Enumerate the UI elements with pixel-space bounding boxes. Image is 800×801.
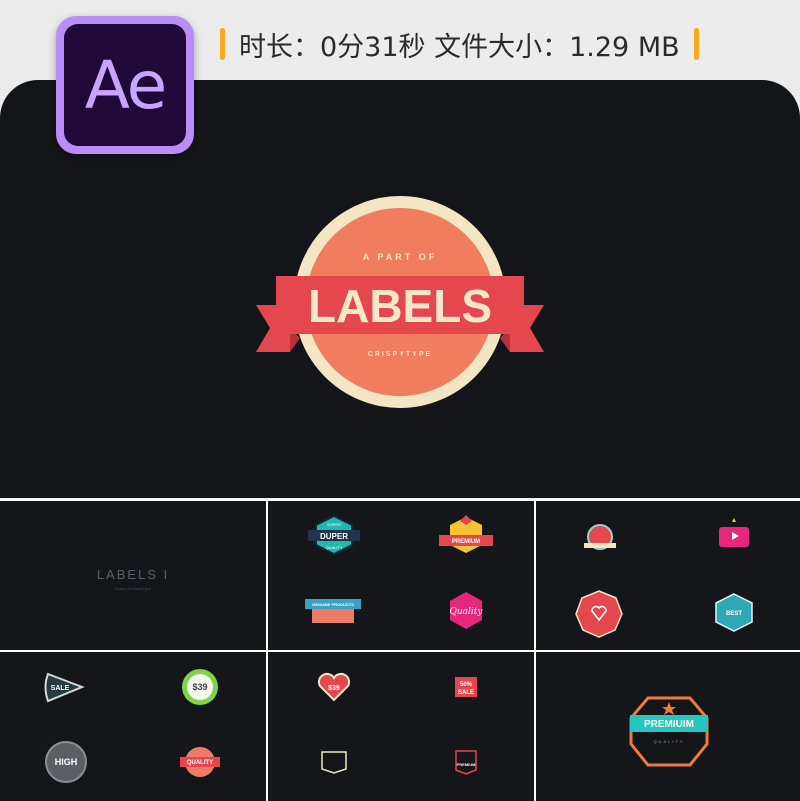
badge-quality: QUALITY: [325, 545, 342, 550]
thumbnail-labels-4: SALE $39 HIGH QUALITY: [0, 652, 266, 801]
file-info-text: 时长：0分31秒 文件大小：1.29 MB: [239, 31, 680, 63]
badge-quality-4: QUALITY: [187, 760, 213, 766]
after-effects-icon: Ae: [56, 16, 194, 154]
badge-quality-6: QUALITY: [653, 739, 684, 744]
thumbnail-grid: LABELS I A part of CrispyType SUPER DUPE…: [0, 499, 800, 801]
badge-super: SUPER: [327, 522, 341, 527]
file-info: 时长：0分31秒 文件大小：1.29 MB: [220, 22, 699, 66]
thumbnail-labels-6: PREMIUIM QUALITY: [536, 652, 800, 801]
badge-duper: DUPER: [320, 532, 348, 541]
badge-heart-price: $39: [328, 685, 340, 692]
hero-title: LABELS: [308, 280, 492, 332]
thumbnail-labels-2: SUPER DUPER QUALITY PREMIUM GENUINE PROD…: [268, 501, 534, 650]
shield-icon: [321, 751, 347, 774]
thumb-caption: A part of CrispyType: [115, 586, 152, 591]
badge-high: HIGH: [55, 757, 78, 767]
hero-kicker: A PART OF: [363, 252, 438, 262]
star-icon: [732, 518, 736, 522]
badge-discount: 50%: [460, 682, 473, 688]
octagon-badge: [575, 590, 623, 638]
badge-genuine: GENUINE PRODUCTS: [312, 602, 354, 607]
accent-bar-right: [693, 28, 699, 60]
ae-logo-text: Ae: [84, 46, 168, 124]
header-bar: Ae 时长：0分31秒 文件大小：1.29 MB: [0, 0, 800, 154]
genuine-box: [312, 609, 354, 623]
badge-premium-5: PREMIUM: [457, 762, 477, 767]
badge-price: $39: [192, 682, 207, 692]
badge-best: BEST: [726, 611, 742, 617]
badge-premiuim: PREMIUIM: [644, 719, 694, 730]
badge-quality-script: Quality: [450, 607, 484, 617]
badge-premium: PREMIUM: [452, 539, 480, 545]
hero-subtitle: CRISPYTYPE: [368, 351, 432, 358]
badge-discount-sale: SALE: [458, 690, 474, 696]
laurel-ribbon: [584, 543, 616, 548]
accent-bar-left: [220, 28, 225, 60]
thumbnail-labels-3: BEST: [536, 501, 800, 650]
thumbnail-labels-5: $39 50% SALE PREMIUM: [268, 652, 534, 801]
thumb-title: LABELS I: [97, 567, 169, 582]
thumbnail-title-card: LABELS I A part of CrispyType: [0, 501, 266, 650]
ae-logo-inner: Ae: [64, 24, 186, 146]
badge-sale: SALE: [51, 685, 70, 692]
